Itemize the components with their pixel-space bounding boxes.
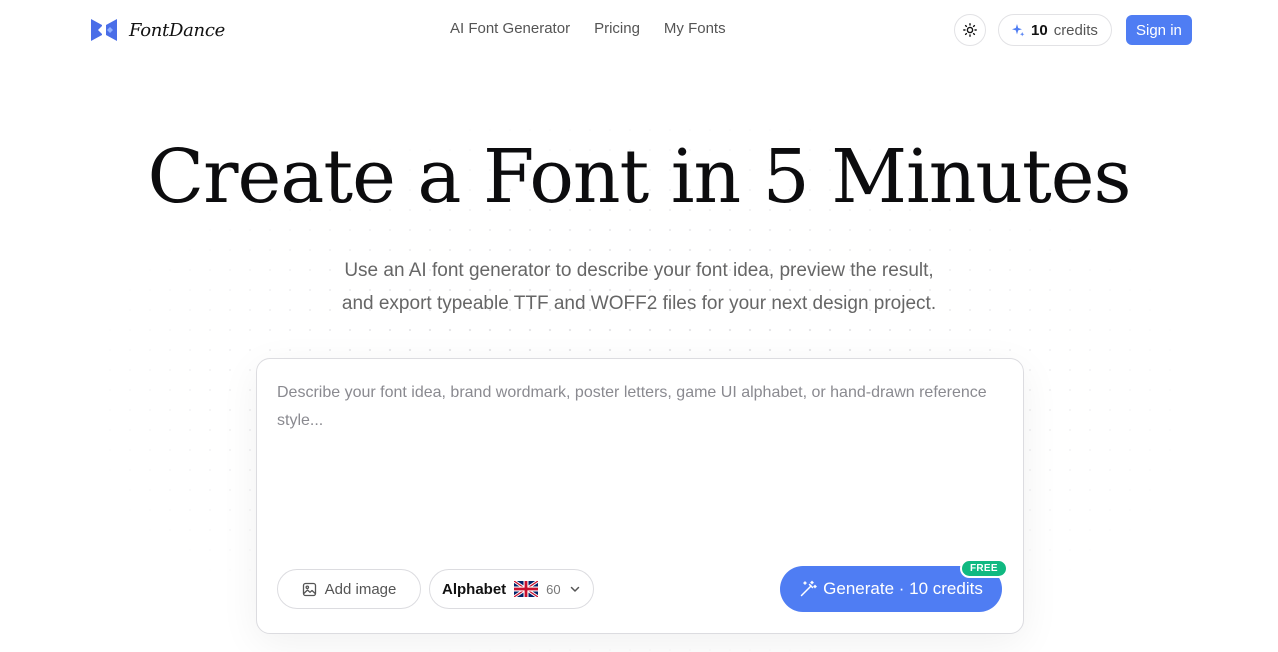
main-nav: AI Font Generator Pricing My Fonts — [450, 20, 726, 37]
nav-my-fonts[interactable]: My Fonts — [664, 20, 726, 37]
charset-count: 60 — [546, 581, 561, 597]
font-prompt-input[interactable] — [277, 379, 1005, 529]
credits-pill[interactable]: 10 credits — [998, 14, 1112, 46]
prompt-composer: Add image Alphabet 60 Generate · 10 cred… — [256, 358, 1024, 634]
sparkles-icon — [1012, 24, 1025, 37]
credits-count: 10 — [1031, 21, 1048, 39]
hero-subtitle-line-1: Use an AI font generator to describe you… — [344, 260, 934, 281]
nav-ai-font-generator[interactable]: AI Font Generator — [450, 20, 570, 37]
chevron-down-icon — [570, 586, 579, 592]
sun-icon — [963, 23, 977, 37]
nav-pricing[interactable]: Pricing — [594, 20, 640, 37]
fontdance-logo-icon — [91, 19, 117, 41]
hero-subtitle-line-2: and export typeable TTF and WOFF2 files … — [341, 293, 937, 314]
brand-logo[interactable]: FontDance — [89, 15, 225, 45]
charset-name: Alphabet — [442, 580, 507, 598]
generate-label: Generate · 10 credits — [823, 579, 983, 598]
add-image-button[interactable]: Add image — [277, 569, 421, 609]
free-badge: FREE — [960, 559, 1008, 578]
charset-select[interactable]: Alphabet 60 — [429, 569, 594, 609]
credits-label: credits — [1053, 21, 1098, 39]
brand-name: FontDance — [129, 19, 225, 41]
hero-title: Create a Font in 5 Minutes — [147, 134, 1131, 220]
top-header: FontDance AI Font Generator Pricing My F… — [0, 0, 1278, 60]
theme-toggle-button[interactable] — [954, 14, 986, 46]
sign-in-button[interactable]: Sign in — [1126, 15, 1192, 45]
image-icon — [302, 582, 316, 596]
hero-subtitle: Use an AI font generator to describe you… — [0, 254, 1278, 320]
magic-wand-icon — [800, 580, 817, 597]
uk-flag-icon — [514, 581, 539, 597]
add-image-label: Add image — [324, 580, 397, 598]
